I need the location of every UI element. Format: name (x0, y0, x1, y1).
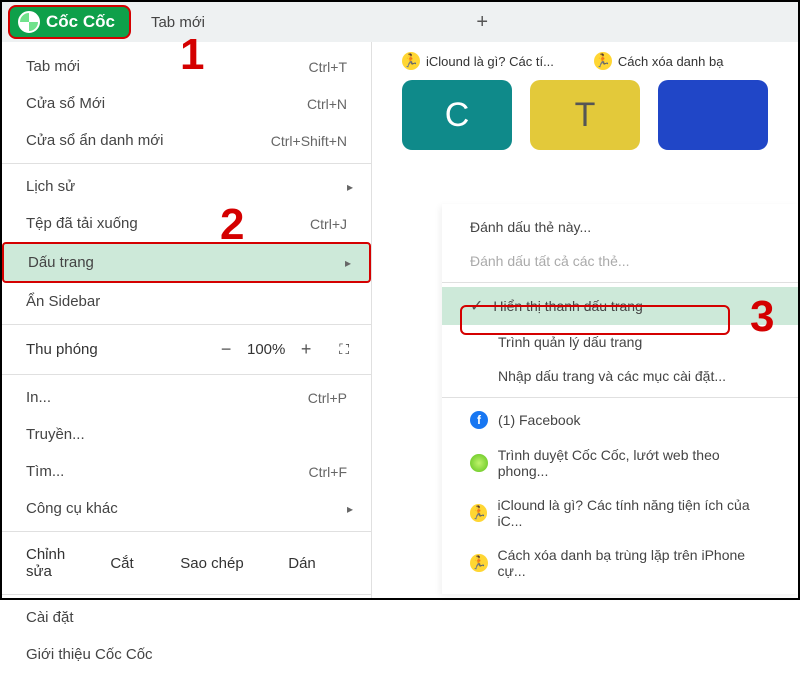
submenu-bookmark-all-tabs: Đánh dấu tất cả các thẻ... (442, 244, 798, 278)
menu-bookmarks[interactable]: Dấu trang ▸ (2, 242, 371, 283)
tile-c[interactable]: C (402, 80, 512, 150)
menu-new-window[interactable]: Cửa sổ Mới Ctrl+N (2, 85, 371, 122)
submenu-bookmark-manager[interactable]: Trình quản lý dấu trang (442, 325, 798, 359)
label: Hiển thị thanh dấu trang (493, 298, 642, 314)
menu-settings[interactable]: Cài đặt (2, 599, 371, 636)
bookmark-item[interactable]: 🏃 Cách xóa danh bạ (594, 52, 724, 70)
label: Trình duyệt Cốc Cốc, lướt web theo phong… (498, 447, 770, 479)
bookmark-label: Cách xóa danh bạ (618, 54, 724, 69)
submenu-bookmark-entry[interactable]: f (1) Facebook (442, 402, 798, 438)
label: Công cụ khác (26, 500, 118, 517)
bookmark-label: iClound là gì? Các tí... (426, 54, 554, 69)
runner-icon: 🏃 (470, 504, 487, 522)
bookmarks-bar: 🏃 iClound là gì? Các tí... 🏃 Cách xóa da… (372, 42, 798, 80)
menu-downloads[interactable]: Tệp đã tải xuống Ctrl+J (2, 205, 371, 242)
shortcut: Ctrl+F (309, 464, 348, 480)
label: Tab mới (26, 58, 80, 75)
label: Tìm... (26, 463, 64, 480)
label: Cửa sổ Mới (26, 95, 105, 112)
chevron-right-icon: ▸ (347, 502, 353, 516)
submenu-bookmark-entry[interactable]: Trình duyệt Cốc Cốc, lướt web theo phong… (442, 438, 798, 488)
tab-title[interactable]: Tab mới (151, 14, 205, 31)
label: Chỉnh sửa (26, 546, 77, 580)
coccoc-icon (470, 454, 488, 472)
label: Truyền... (26, 426, 85, 443)
speed-dial-tiles: C T (372, 80, 798, 150)
menu-incognito[interactable]: Cửa sổ ẩn danh mới Ctrl+Shift+N (2, 122, 371, 159)
label: Đánh dấu tất cả các thẻ... (470, 253, 630, 269)
facebook-icon: f (470, 411, 488, 429)
submenu-bookmark-this-tab[interactable]: Đánh dấu thẻ này... (442, 210, 798, 244)
shortcut: Ctrl+N (307, 96, 347, 112)
bookmarks-submenu: Đánh dấu thẻ này... Đánh dấu tất cả các … (442, 204, 798, 594)
shortcut: Ctrl+Shift+N (271, 133, 347, 149)
copy-button[interactable]: Sao chép (167, 555, 257, 572)
submenu-show-bookmarks-bar[interactable]: ✓ Hiển thị thanh dấu trang (442, 287, 798, 325)
zoom-in-button[interactable]: + (291, 339, 321, 360)
menu-new-tab[interactable]: Tab mới Ctrl+T (2, 48, 371, 85)
check-icon: ✓ (470, 296, 483, 316)
shortcut: Ctrl+T (309, 59, 348, 75)
label: Dấu trang (28, 254, 94, 271)
label: Cửa sổ ẩn danh mới (26, 132, 163, 149)
label: iClound là gì? Các tính năng tiện ích củ… (497, 497, 770, 529)
menu-zoom: Thu phóng − 100% + ⛶ (2, 329, 371, 370)
label: Lịch sử (26, 178, 75, 195)
divider (2, 531, 371, 532)
submenu-bookmark-entry[interactable]: 🏃 Cách xóa danh bạ trùng lặp trên iPhone… (442, 538, 798, 588)
divider (442, 282, 798, 283)
label: Ẩn Sidebar (26, 293, 100, 310)
divider (442, 397, 798, 398)
shortcut: Ctrl+J (310, 216, 347, 232)
chevron-right-icon: ▸ (347, 180, 353, 194)
tile-blue[interactable] (658, 80, 768, 150)
coccoc-logo-button[interactable]: Cốc Cốc (8, 5, 131, 39)
new-tab-plus-icon[interactable]: + (466, 11, 498, 34)
cut-button[interactable]: Cắt (77, 555, 167, 572)
submenu-bookmark-entry[interactable]: 🏃 iClound là gì? Các tính năng tiện ích … (442, 488, 798, 538)
label: (1) Facebook (498, 412, 580, 428)
label: Cách xóa danh bạ trùng lặp trên iPhone c… (498, 547, 770, 579)
label: Tệp đã tải xuống (26, 215, 138, 232)
menu-more-tools[interactable]: Công cụ khác ▸ (2, 490, 371, 527)
divider (2, 163, 371, 164)
coccoc-swirl-icon (18, 11, 40, 33)
label: Đánh dấu thẻ này... (470, 219, 591, 235)
menu-find[interactable]: Tìm... Ctrl+F (2, 453, 371, 490)
divider (2, 324, 371, 325)
paste-button[interactable]: Dán (257, 555, 347, 572)
divider (2, 374, 371, 375)
tile-t[interactable]: T (530, 80, 640, 150)
fullscreen-icon[interactable]: ⛶ (339, 341, 347, 358)
menu-history[interactable]: Lịch sử ▸ (2, 168, 371, 205)
menu-print[interactable]: In... Ctrl+P (2, 379, 371, 416)
main-menu: Tab mới Ctrl+T Cửa sổ Mới Ctrl+N Cửa sổ … (2, 42, 372, 598)
logo-text: Cốc Cốc (46, 12, 115, 32)
top-bar: Cốc Cốc Tab mới + (2, 2, 798, 42)
label: Cài đặt (26, 609, 74, 626)
menu-hide-sidebar[interactable]: Ẩn Sidebar (2, 283, 371, 320)
label: In... (26, 389, 51, 406)
label: Thu phóng (26, 341, 211, 358)
runner-icon: 🏃 (594, 52, 612, 70)
chevron-right-icon: ▸ (345, 256, 351, 270)
shortcut: Ctrl+P (308, 390, 347, 406)
runner-icon: 🏃 (402, 52, 420, 70)
submenu-import-bookmarks[interactable]: Nhập dấu trang và các mục cài đặt... (442, 359, 798, 393)
label: Nhập dấu trang và các mục cài đặt... (498, 368, 726, 384)
runner-icon: 🏃 (470, 554, 488, 572)
zoom-value: 100% (241, 341, 291, 358)
menu-cast[interactable]: Truyền... (2, 416, 371, 453)
menu-edit-row: Chỉnh sửa Cắt Sao chép Dán (2, 536, 371, 590)
divider (2, 594, 371, 595)
label: Giới thiệu Cốc Cốc (26, 646, 153, 663)
label: Trình quản lý dấu trang (498, 334, 642, 350)
bookmark-item[interactable]: 🏃 iClound là gì? Các tí... (402, 52, 554, 70)
menu-about[interactable]: Giới thiệu Cốc Cốc (2, 636, 371, 673)
zoom-out-button[interactable]: − (211, 339, 241, 360)
